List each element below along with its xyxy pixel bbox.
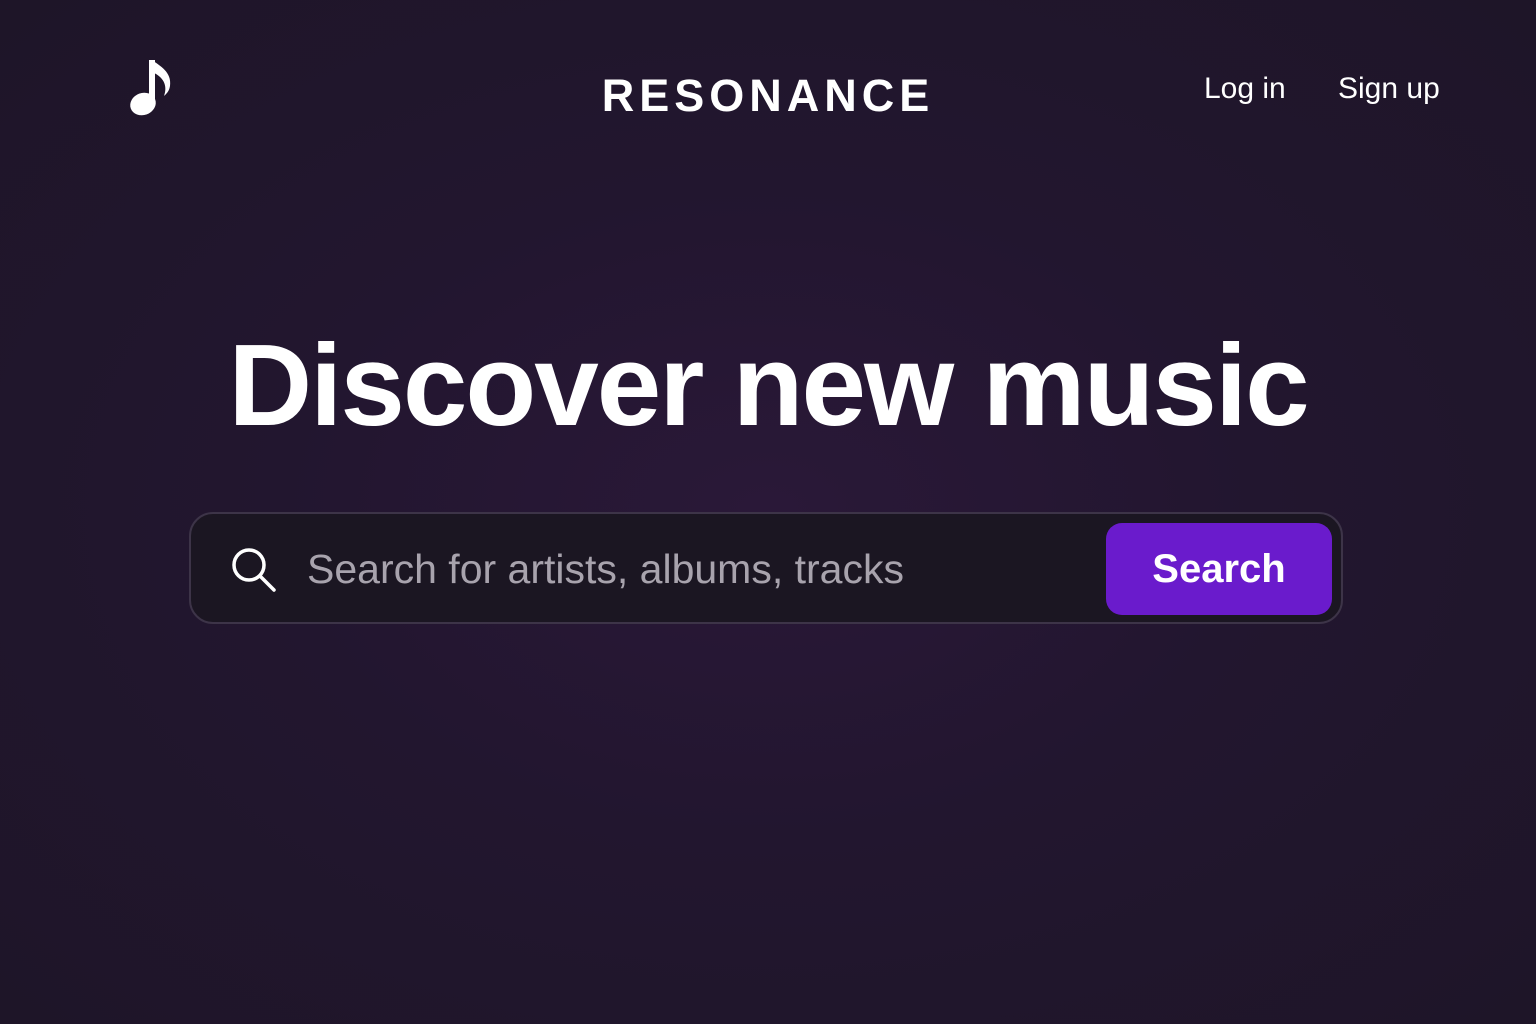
login-link[interactable]: Log in (1204, 72, 1286, 106)
search-icon (229, 545, 277, 593)
search-bar: Search (189, 512, 1343, 624)
brand-title-wrap: RESONANCE (0, 70, 1536, 122)
site-header: RESONANCE Log in Sign up (0, 0, 1536, 180)
hero-title: Discover new music (228, 320, 1309, 450)
search-button[interactable]: Search (1106, 523, 1332, 615)
search-input[interactable] (307, 538, 1087, 600)
signup-link[interactable]: Sign up (1338, 72, 1440, 106)
music-note-icon[interactable] (122, 56, 178, 122)
brand-title[interactable]: RESONANCE (602, 70, 935, 121)
